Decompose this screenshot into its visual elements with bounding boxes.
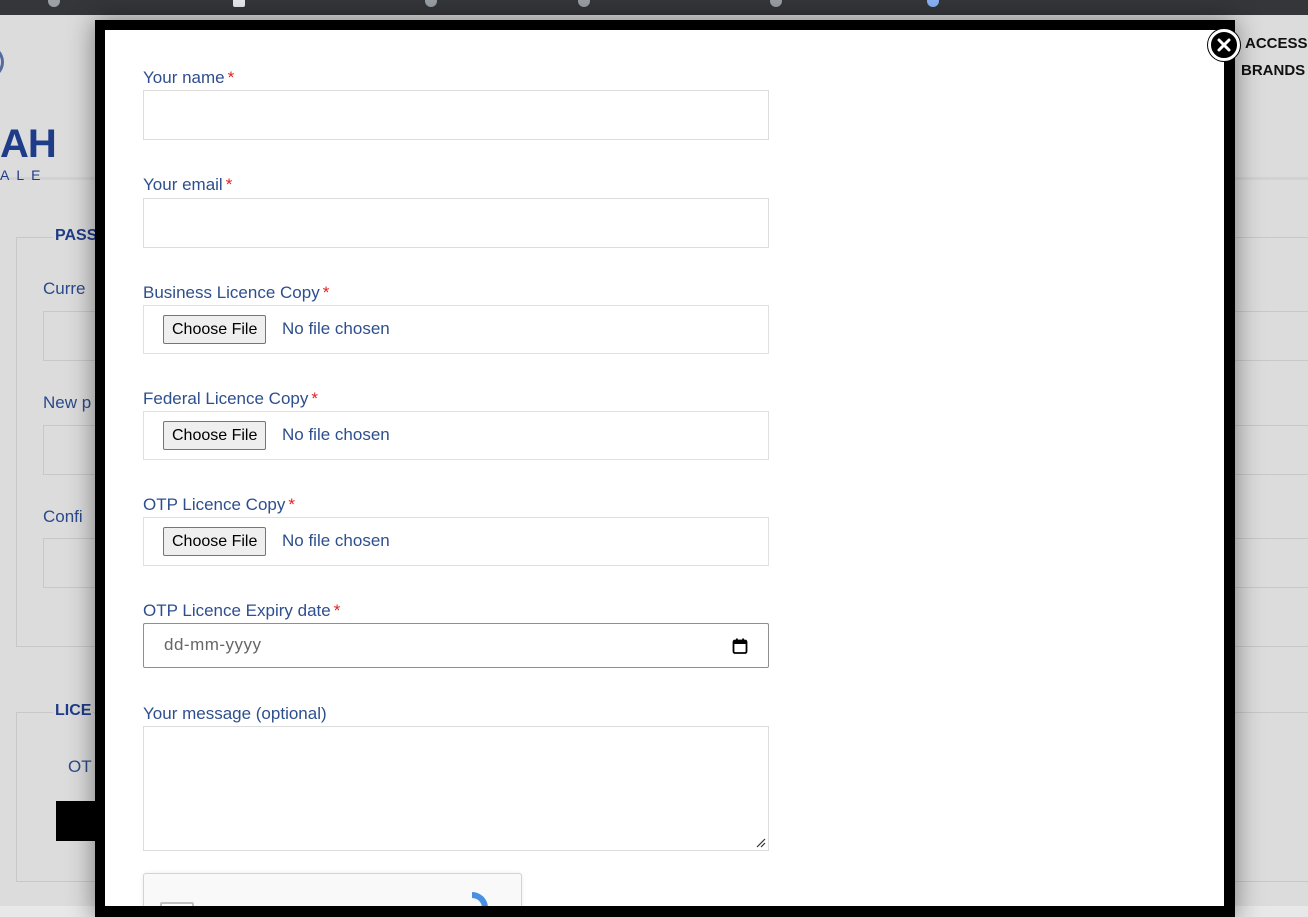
required-marker: * [288,495,295,514]
current-password-label: Curre [43,279,86,298]
recaptcha-icon [472,892,488,906]
licence-legend: LICE [53,702,94,720]
browser-tab-icon[interactable] [578,0,590,7]
recaptcha-checkbox[interactable] [160,902,194,906]
federal-licence-file-status: No file chosen [282,425,390,444]
required-marker: * [227,68,235,87]
business-licence-file-status: No file chosen [282,319,390,338]
nav-item-brands[interactable]: BRANDS [1241,62,1305,79]
browser-toolbar [0,0,1308,15]
required-marker: * [225,175,233,194]
business-licence-choose-file-button[interactable]: Choose File [163,315,267,344]
otp-expiry-label: OTP Licence Expiry date * [143,601,341,620]
calendar-icon[interactable] [732,638,748,654]
email-input[interactable] [143,198,769,248]
licence-request-form: Your name * Your email * Business Licence … [105,30,1224,906]
required-marker: * [333,601,341,620]
nav-item-access[interactable]: ACCESS [1245,35,1308,52]
confirm-password-label: Confi [43,507,83,526]
otp-expiry-date-input[interactable]: dd-mm-yyyy [143,623,769,668]
otp-licence-choose-file-button[interactable]: Choose File [163,527,267,556]
new-password-label: New p [43,393,92,412]
business-licence-label: Business Licence Copy * [143,283,330,302]
business-licence-file-field: Choose File No file chosen [143,305,769,354]
site-logo-tagline: ALE [0,167,48,183]
logo-mark [0,45,4,79]
federal-licence-label: Federal Licence Copy * [143,389,318,408]
federal-licence-file-field: Choose File No file chosen [143,411,769,460]
required-marker: * [311,389,318,408]
name-label: Your name * [143,68,235,87]
otp-licence-file-status: No file chosen [282,531,390,550]
browser-tab-icon[interactable] [48,0,60,7]
close-icon [1217,38,1231,52]
email-label: Your email * [143,175,233,194]
message-textarea[interactable] [143,726,769,851]
federal-licence-choose-file-button[interactable]: Choose File [163,421,267,450]
recaptcha-widget [143,873,522,906]
browser-tab-icon[interactable] [770,0,782,7]
required-marker: * [322,283,330,302]
message-label: Your message (optional) [143,704,327,723]
browser-tab-icon[interactable] [233,0,245,7]
licence-text: OT [68,757,92,776]
site-logo[interactable]: AH [0,122,57,167]
name-input[interactable] [143,90,769,140]
resize-handle-icon[interactable] [756,838,766,848]
browser-tab-icon[interactable] [425,0,437,7]
otp-licence-file-field: Choose File No file chosen [143,517,769,566]
password-legend: PASS [53,227,100,245]
browser-tab-icon[interactable] [927,0,939,7]
otp-licence-label: OTP Licence Copy * [143,495,295,514]
modal-close-button[interactable] [1208,29,1240,61]
date-placeholder: dd-mm-yyyy [164,635,262,654]
